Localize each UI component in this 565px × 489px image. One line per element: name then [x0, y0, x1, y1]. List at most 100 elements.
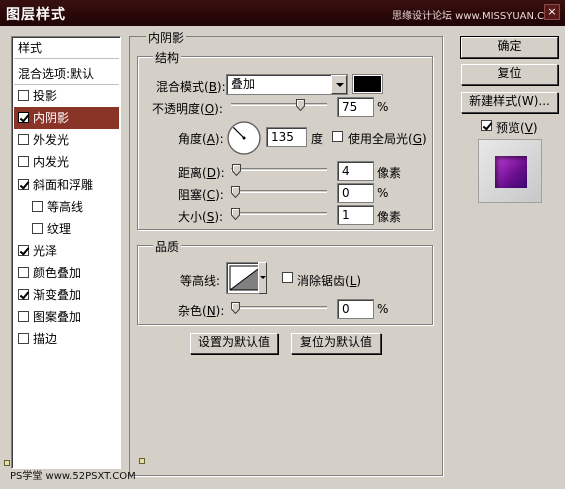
distance-input[interactable]: 4	[337, 161, 374, 181]
style-enable-checkbox[interactable]	[18, 333, 29, 344]
global-light-label: 使用全局光(G)	[348, 132, 427, 146]
distance-slider-thumb[interactable]	[232, 164, 241, 176]
style-list-item-label: 等高线	[47, 200, 84, 214]
style-list-item[interactable]: 投影	[14, 85, 119, 107]
angle-dial[interactable]	[226, 120, 262, 156]
style-list-item-label: 描边	[33, 332, 58, 346]
distance-slider[interactable]	[231, 164, 327, 176]
style-list-item-label: 渐变叠加	[33, 288, 82, 302]
style-enable-checkbox[interactable]	[32, 223, 43, 234]
noise-input[interactable]: 0	[337, 299, 374, 319]
style-list-item-label: 外发光	[33, 133, 70, 147]
chevron-down-icon[interactable]	[258, 262, 267, 294]
noise-slider-thumb[interactable]	[231, 302, 240, 314]
section-title: 内阴影	[146, 29, 187, 46]
global-light-checkbox[interactable]	[332, 131, 343, 142]
make-default-button[interactable]: 设置为默认值	[190, 333, 278, 354]
distance-label: 距离(D):	[178, 166, 225, 180]
size-unit: 像素	[377, 210, 402, 224]
size-slider[interactable]	[231, 208, 327, 220]
style-enable-checkbox[interactable]	[18, 267, 29, 278]
blend-mode-value: 叠加	[231, 77, 256, 91]
title-watermark: 思缘设计论坛 www.MISSYUAN.COM	[392, 11, 561, 22]
contour-label: 等高线:	[180, 274, 221, 288]
noise-unit: %	[377, 302, 389, 316]
style-list-item-label: 纹理	[47, 222, 72, 236]
noise-slider-track	[231, 306, 327, 309]
style-list-item-label: 颜色叠加	[33, 266, 82, 280]
style-enable-checkbox[interactable]	[18, 90, 29, 101]
size-input[interactable]: 1	[337, 205, 374, 225]
structure-title: 结构	[153, 49, 182, 66]
opacity-slider-track	[231, 103, 327, 106]
blend-mode-label: 混合模式(B):	[156, 80, 226, 94]
style-list-item[interactable]: 渐变叠加	[14, 284, 119, 306]
title-bar[interactable]: 图层样式 思缘设计论坛 www.MISSYUAN.COM ×	[0, 0, 565, 26]
style-list-item[interactable]: 外发光	[14, 129, 119, 151]
new-style-button[interactable]: 新建样式(W)...	[461, 92, 558, 113]
style-list-item[interactable]: 斜面和浮雕	[14, 174, 119, 196]
style-list-item-label: 投影	[33, 89, 58, 103]
style-list-item[interactable]: 内阴影	[14, 107, 119, 129]
anti-alias-checkbox[interactable]	[282, 272, 293, 283]
reset-default-button[interactable]: 复位为默认值	[291, 333, 381, 354]
opacity-label: 不透明度(O):	[152, 102, 223, 116]
style-list-header[interactable]: 样式	[14, 37, 119, 59]
style-list-item[interactable]: 颜色叠加	[14, 262, 119, 284]
blend-mode-select[interactable]: 叠加	[226, 74, 348, 95]
choke-slider[interactable]	[231, 186, 327, 198]
style-preview	[478, 139, 542, 203]
preview-label: 预览(V)	[496, 121, 538, 135]
opacity-slider[interactable]	[231, 99, 327, 111]
style-list-item-label: 混合选项:默认	[18, 67, 95, 81]
opacity-slider-thumb[interactable]	[296, 99, 305, 111]
anti-alias-label: 消除锯齿(L)	[297, 274, 362, 288]
style-list-item[interactable]: 混合选项:默认	[14, 63, 119, 85]
reset-button[interactable]: 复位	[461, 64, 558, 85]
style-list-item-label: 内阴影	[33, 111, 70, 125]
choke-slider-thumb[interactable]	[231, 186, 240, 198]
angle-label: 角度(A):	[178, 132, 224, 146]
distance-slider-track	[231, 168, 327, 171]
quality-title: 品质	[153, 238, 182, 255]
style-enable-checkbox[interactable]	[18, 134, 29, 145]
style-list-item[interactable]: 内发光	[14, 151, 119, 173]
resize-corner-mid	[139, 458, 145, 464]
style-list-item[interactable]: 图案叠加	[14, 306, 119, 328]
style-enable-checkbox[interactable]	[18, 311, 29, 322]
style-list-item[interactable]: 等高线	[14, 196, 119, 218]
shadow-color-swatch[interactable]	[352, 74, 383, 94]
footer-watermark: PS学堂 www.52PSXT.COM	[10, 471, 136, 482]
style-list-item-label: 图案叠加	[33, 310, 82, 324]
ok-button[interactable]: 确定	[460, 36, 559, 59]
chevron-down-icon[interactable]	[331, 75, 347, 94]
choke-unit: %	[377, 186, 389, 200]
style-enable-checkbox[interactable]	[18, 156, 29, 167]
style-list: 样式 混合选项:默认投影内阴影外发光内发光斜面和浮雕等高线纹理光泽颜色叠加渐变叠…	[11, 36, 121, 469]
style-list-item-label: 内发光	[33, 155, 70, 169]
choke-slider-track	[231, 190, 327, 193]
layer-style-dialog: 图层样式 思缘设计论坛 www.MISSYUAN.COM × 样式 混合选项:默…	[0, 0, 565, 489]
choke-input[interactable]: 0	[337, 183, 374, 203]
opacity-unit: %	[377, 100, 389, 114]
distance-unit: 像素	[377, 166, 402, 180]
size-slider-thumb[interactable]	[231, 208, 240, 220]
style-list-item[interactable]: 描边	[14, 328, 119, 350]
noise-slider[interactable]	[231, 302, 327, 314]
style-list-item-label: 斜面和浮雕	[33, 178, 94, 192]
noise-label: 杂色(N):	[178, 304, 225, 318]
opacity-input[interactable]: 75	[337, 97, 374, 117]
resize-corner-left	[4, 460, 10, 466]
size-slider-track	[231, 212, 327, 215]
style-enable-checkbox[interactable]	[32, 201, 43, 212]
style-enable-checkbox[interactable]	[18, 245, 29, 256]
style-list-item[interactable]: 纹理	[14, 218, 119, 240]
style-enable-checkbox[interactable]	[18, 179, 29, 190]
style-list-item[interactable]: 光泽	[14, 240, 119, 262]
angle-dial-icon	[227, 121, 261, 155]
close-icon[interactable]: ×	[544, 4, 560, 20]
preview-checkbox[interactable]	[481, 120, 492, 131]
style-enable-checkbox[interactable]	[18, 112, 29, 123]
style-enable-checkbox[interactable]	[18, 289, 29, 300]
angle-input[interactable]: 135	[266, 127, 307, 147]
